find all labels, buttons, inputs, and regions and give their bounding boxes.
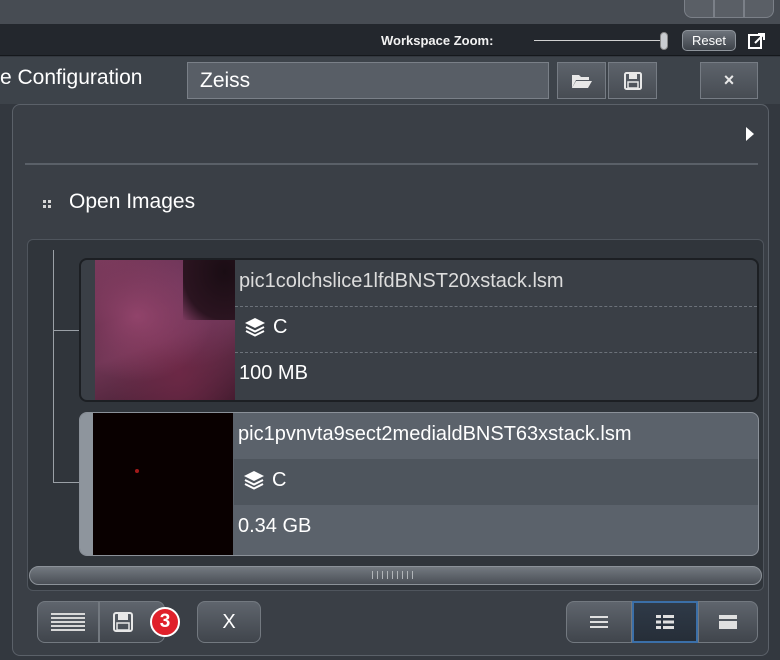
image-list-item-selected[interactable]: pic1pvnvta9sect2medialdBNST63xstack.lsm … — [79, 412, 759, 556]
maximize-button[interactable] — [714, 0, 744, 18]
drag-grip-icon[interactable] — [43, 200, 53, 210]
divider — [235, 352, 757, 353]
tree-branch — [53, 330, 79, 331]
image-filename: pic1pvnvta9sect2medialdBNST63xstack.lsm — [238, 423, 632, 445]
minimize-button[interactable] — [684, 0, 714, 18]
workspace-zoom-slider-track[interactable] — [534, 40, 664, 41]
close-icon: × — [723, 70, 735, 90]
tree-branch — [53, 482, 79, 483]
folder-open-icon — [571, 74, 592, 88]
workspace-zoom-slider-thumb[interactable] — [660, 32, 668, 50]
large-view-button[interactable] — [698, 601, 758, 643]
undock-icon[interactable] — [747, 31, 767, 51]
tree-line — [53, 250, 54, 482]
open-configuration-button[interactable] — [557, 62, 606, 99]
image-size: 0.34 GB — [238, 515, 312, 537]
workspace-zoom-bar: Workspace Zoom: Reset — [0, 24, 780, 56]
layers-icon — [244, 471, 264, 490]
configuration-field[interactable]: Zeiss — [187, 62, 549, 99]
image-thumbnail — [93, 413, 233, 555]
close-image-button[interactable]: X — [197, 601, 261, 643]
save-configuration-button[interactable] — [608, 62, 657, 99]
horizontal-scrollbar[interactable] — [29, 566, 762, 585]
detail-list-view-icon — [656, 615, 674, 629]
list-view-icon — [590, 616, 608, 628]
large-view-icon — [719, 615, 737, 629]
channel-label: C — [273, 316, 288, 338]
configuration-row: e Configuration Zeiss × — [0, 57, 780, 104]
scrollbar-grip[interactable] — [372, 571, 414, 579]
save-icon — [113, 612, 133, 632]
divider — [25, 163, 758, 165]
window-controls — [684, 0, 774, 18]
selection-indicator — [80, 413, 93, 555]
open-images-list: pic1colchslice1lfdBNST20xstack.lsm C 100… — [27, 239, 764, 591]
reset-zoom-button[interactable]: Reset — [682, 30, 736, 51]
image-size: 100 MB — [239, 362, 308, 384]
configuration-label: e Configuration — [0, 66, 143, 89]
close-configuration-button[interactable]: × — [700, 62, 758, 99]
section-title: Open Images — [69, 190, 196, 213]
save-icon — [623, 71, 642, 90]
layers-icon — [245, 318, 265, 337]
step-badge: 3 — [150, 607, 180, 637]
image-list-item[interactable]: pic1colchslice1lfdBNST20xstack.lsm C 100… — [79, 258, 759, 402]
image-filename: pic1colchslice1lfdBNST20xstack.lsm — [239, 270, 564, 292]
detail-list-view-button[interactable] — [632, 601, 698, 643]
channel-row: C — [234, 459, 758, 505]
channel-row: C — [235, 306, 757, 352]
lines-icon — [51, 613, 85, 631]
workspace-zoom-label: Workspace Zoom: — [381, 33, 494, 48]
channel-label: C — [272, 469, 287, 491]
expand-arrow-icon[interactable] — [746, 127, 754, 141]
window-close-button[interactable] — [744, 0, 774, 18]
list-view-button[interactable] — [566, 601, 632, 643]
open-images-panel: Open Images pic1colchslice1lfdBNST20xsta… — [12, 104, 769, 656]
image-thumbnail — [95, 260, 235, 400]
window-top-strip — [0, 0, 780, 24]
thumbnail-strip-button[interactable] — [37, 601, 99, 643]
